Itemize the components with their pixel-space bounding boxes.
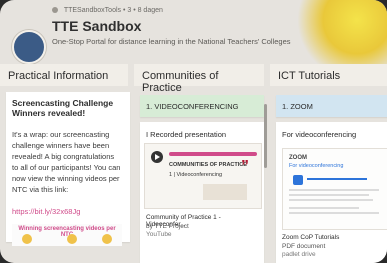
video-footer-source: YouTube [146,231,172,238]
column-title: ICT Tutorials [278,70,341,82]
column-title: Practical Information [8,70,109,82]
video-title-bar [169,152,257,156]
board-meta-text: TTESandboxTools • 3 • 8 dagen [63,7,163,14]
post-card[interactable]: Screencasting Challenge Winners revealed… [6,92,130,246]
video-image [203,184,247,200]
board-meta: TTESandboxTools • 3 • 8 dagen [52,7,163,14]
video-heading: COMMUNITIES OF PRACTICE [169,162,247,168]
trophy-icon [102,234,112,244]
document-line [289,194,369,196]
column-practical-information: Practical Information Screencasting Chal… [0,64,130,263]
doc-footer-source: padlet drive [282,251,316,258]
document-preview[interactable]: ZOOM For videoconferencing [282,148,387,230]
document-heading: ZOOM [289,155,307,161]
section-title: 1. ZOOM [282,102,313,111]
post-body: It's a wrap: our screencasting challenge… [12,130,121,194]
column-header: Communities of Practice [134,64,264,94]
document-line [289,199,373,201]
document-line [289,212,379,214]
document-line [307,178,367,180]
column-communities-of-practice: Communities of Practice 1. VIDEOCONFEREN… [134,64,267,263]
page-title: TTE Sandbox [52,18,142,34]
video-post-card[interactable]: I Recorded presentation COMMUNITIES OF P… [140,122,264,263]
user-icon [52,7,58,14]
column-header: ICT Tutorials [270,64,387,86]
doc-post-card[interactable]: For videoconferencing ZOOM For videoconf… [276,122,387,263]
section-band[interactable]: 1. VIDEOCONFERENCING [140,95,264,117]
column-scrollbar[interactable] [264,104,267,168]
padlet-board: TTESandboxTools • 3 • 8 dagen TTE Sandbo… [0,0,387,263]
post-image: Winning screencasting videos per NTC [12,224,122,246]
section-title: 1. VIDEOCONFERENCING [146,102,239,111]
video-thumbnail[interactable]: COMMUNITIES OF PRACTICE 1 | Videoconfere… [144,143,262,209]
video-line: 1 | Videoconferencing [169,172,223,178]
post-title: I Recorded presentation [146,130,227,139]
document-line [289,189,379,191]
play-icon[interactable] [151,151,163,163]
post-link[interactable]: https://bit.ly/32x68Jg [12,207,122,216]
post-title: Screencasting Challenge Winners revealed… [12,98,114,118]
document-subheading: For videoconferencing [289,163,344,169]
doc-footer-title: Zoom CoP Tutorials [282,234,340,241]
section-band[interactable]: 1. ZOOM [276,95,387,117]
column-title: Communities of Practice [142,70,219,94]
quote-icon: ” [241,158,249,175]
trophy-icon [67,234,77,244]
post-title: For videoconferencing [282,130,357,139]
column-header: Practical Information [0,64,128,86]
trophy-icon [22,234,32,244]
doc-footer-type: PDF document [282,243,326,250]
column-ict-tutorials: ICT Tutorials 1. ZOOM For videoconferenc… [270,64,387,263]
zoom-logo-icon [293,175,303,185]
board-header: TTESandboxTools • 3 • 8 dagen TTE Sandbo… [10,4,350,64]
board-avatar[interactable] [12,30,46,64]
page-subtitle: One-Stop Portal for distance learning in… [52,37,291,46]
video-footer-author: by TTE Project [146,223,189,230]
document-line [289,207,359,209]
